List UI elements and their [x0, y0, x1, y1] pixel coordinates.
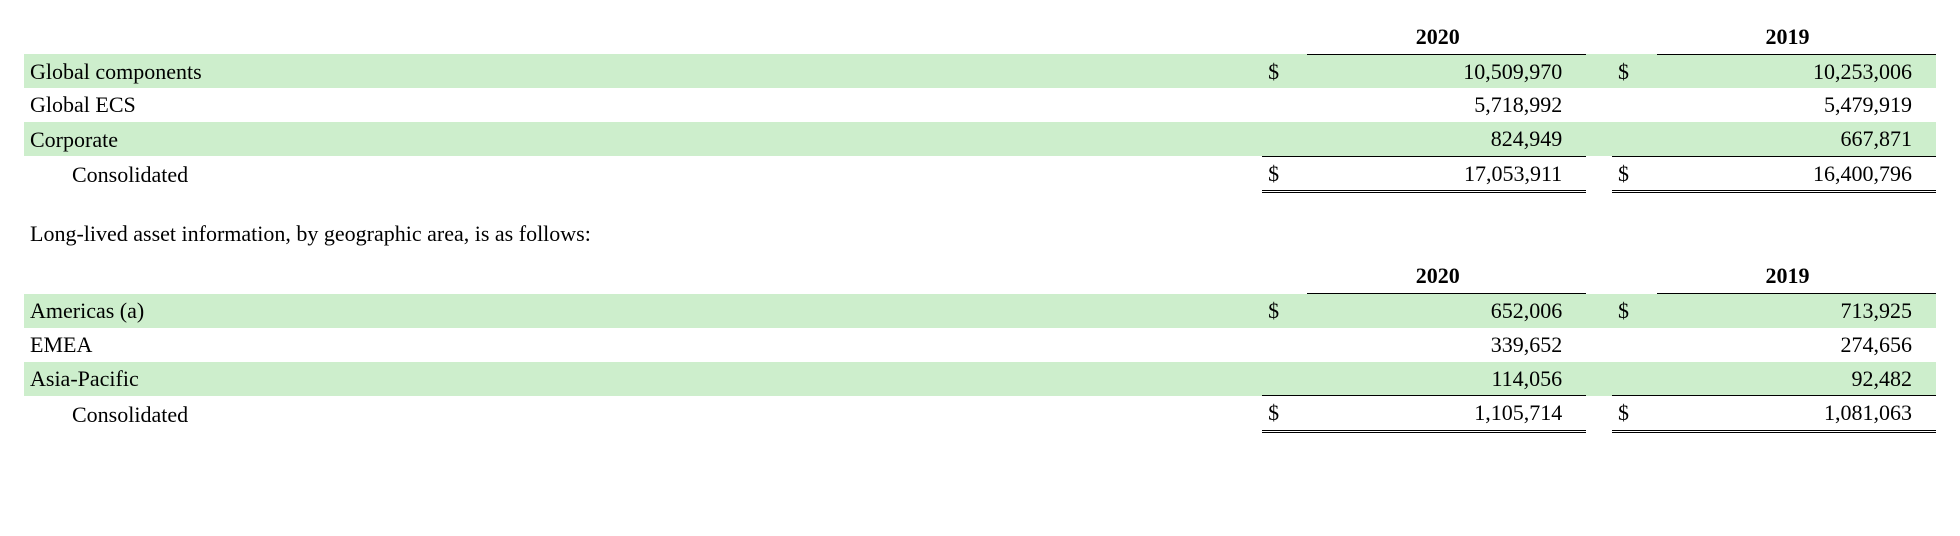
table-header-row: 2020 2019: [24, 259, 1936, 293]
col-header-2019: 2019: [1657, 259, 1936, 293]
currency-symbol: $: [1262, 156, 1307, 192]
currency-symbol: [1612, 88, 1657, 122]
currency-symbol: $: [1612, 156, 1657, 192]
cell-value: 10,253,006: [1657, 54, 1936, 88]
currency-symbol: $: [1612, 396, 1657, 432]
cell-value: 339,652: [1307, 328, 1586, 362]
table-total-row: Consolidated $ 17,053,911 $ 16,400,796: [24, 156, 1936, 192]
row-label: Global ECS: [24, 88, 1262, 122]
table-row: Global components $ 10,509,970 $ 10,253,…: [24, 54, 1936, 88]
row-label: Corporate: [24, 122, 1262, 156]
cell-value: 274,656: [1657, 328, 1936, 362]
currency-symbol: $: [1262, 54, 1307, 88]
cell-value: 16,400,796: [1657, 156, 1936, 192]
row-label: Consolidated: [24, 156, 1262, 192]
col-header-2020: 2020: [1307, 20, 1586, 54]
cell-value: 652,006: [1307, 294, 1586, 328]
cell-value: 667,871: [1657, 122, 1936, 156]
cell-value: 92,482: [1657, 362, 1936, 396]
cell-value: 10,509,970: [1307, 54, 1586, 88]
row-label: Americas (a): [24, 294, 1262, 328]
cell-value: 824,949: [1307, 122, 1586, 156]
row-label: Asia-Pacific: [24, 362, 1262, 396]
currency-symbol: [1612, 122, 1657, 156]
cell-value: 114,056: [1307, 362, 1586, 396]
cell-value: 5,718,992: [1307, 88, 1586, 122]
currency-symbol: [1612, 362, 1657, 396]
table-row: Americas (a) $ 652,006 $ 713,925: [24, 294, 1936, 328]
table-row: EMEA 339,652 274,656: [24, 328, 1936, 362]
row-label: EMEA: [24, 328, 1262, 362]
geographic-assets-table: 2020 2019 Americas (a) $ 652,006 $ 713,9…: [24, 259, 1936, 432]
cell-value: 5,479,919: [1657, 88, 1936, 122]
table-total-row: Consolidated $ 1,105,714 $ 1,081,063: [24, 396, 1936, 432]
currency-symbol: [1262, 122, 1307, 156]
table-row: Corporate 824,949 667,871: [24, 122, 1936, 156]
col-header-2020: 2020: [1307, 259, 1586, 293]
currency-symbol: $: [1262, 294, 1307, 328]
currency-symbol: $: [1612, 54, 1657, 88]
currency-symbol: [1262, 88, 1307, 122]
col-header-2019: 2019: [1657, 20, 1936, 54]
cell-value: 1,105,714: [1307, 396, 1586, 432]
table-row: Global ECS 5,718,992 5,479,919: [24, 88, 1936, 122]
row-label: Global components: [24, 54, 1262, 88]
currency-symbol: $: [1612, 294, 1657, 328]
section-intro-text: Long-lived asset information, by geograp…: [24, 193, 1936, 259]
row-label: Consolidated: [24, 396, 1262, 432]
currency-symbol: [1262, 328, 1307, 362]
cell-value: 1,081,063: [1657, 396, 1936, 432]
currency-symbol: $: [1262, 396, 1307, 432]
currency-symbol: [1262, 362, 1307, 396]
segments-table: 2020 2019 Global components $ 10,509,970…: [24, 20, 1936, 193]
cell-value: 17,053,911: [1307, 156, 1586, 192]
currency-symbol: [1612, 328, 1657, 362]
cell-value: 713,925: [1657, 294, 1936, 328]
table-header-row: 2020 2019: [24, 20, 1936, 54]
table-row: Asia-Pacific 114,056 92,482: [24, 362, 1936, 396]
